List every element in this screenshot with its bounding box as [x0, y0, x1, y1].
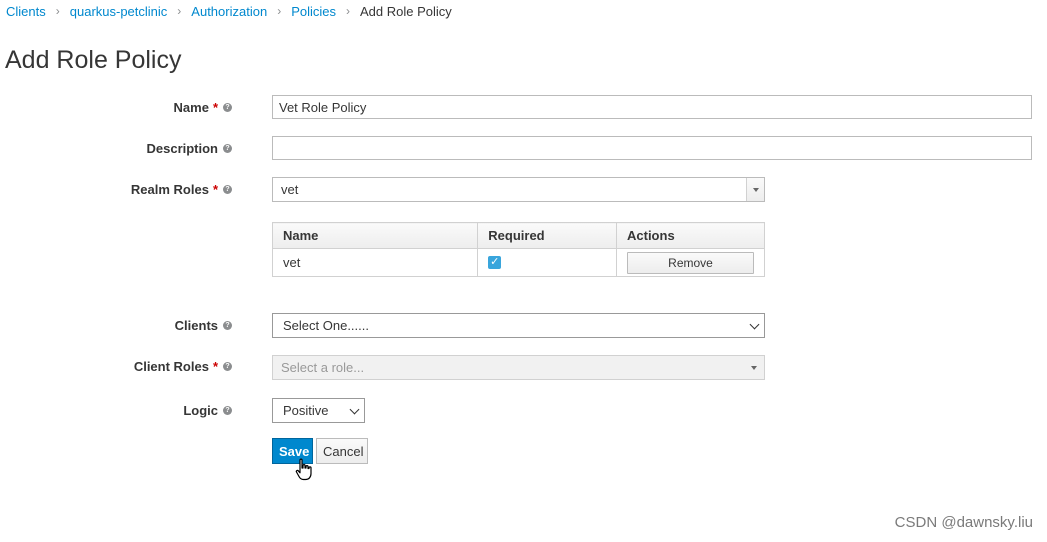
breadcrumb-client[interactable]: quarkus-petclinic	[70, 4, 168, 19]
clients-label: Clients ?	[175, 318, 232, 333]
help-circle-icon[interactable]: ?	[223, 144, 232, 153]
breadcrumb-separator: ›	[55, 4, 60, 18]
client-roles-label: Client Roles * ?	[134, 359, 232, 374]
logic-label-text: Logic	[183, 403, 218, 418]
clients-select[interactable]: Select One......	[272, 313, 765, 338]
clients-value: Select One......	[283, 318, 369, 333]
breadcrumb-policies[interactable]: Policies	[291, 4, 336, 19]
description-input[interactable]	[272, 136, 1032, 160]
help-circle-icon[interactable]: ?	[223, 103, 232, 112]
cancel-button[interactable]: Cancel	[316, 438, 368, 464]
help-circle-icon[interactable]: ?	[223, 362, 232, 371]
logic-value: Positive	[283, 403, 329, 418]
breadcrumb-separator: ›	[177, 4, 182, 18]
logic-label: Logic ?	[183, 403, 232, 418]
hand-pointer-icon	[295, 458, 312, 481]
checkmark-icon: ✓	[490, 256, 500, 268]
dropdown-arrow-icon	[751, 366, 757, 370]
realm-roles-select[interactable]: vet	[272, 177, 765, 202]
realm-roles-value: vet	[281, 182, 299, 197]
client-roles-placeholder: Select a role...	[281, 360, 365, 375]
clients-label-text: Clients	[174, 318, 218, 333]
help-circle-icon[interactable]: ?	[223, 185, 232, 194]
description-label-text: Description	[146, 141, 218, 156]
realm-roles-table: Name Required Actions vet ✓ Remove	[271, 222, 765, 277]
table-row: vet ✓ Remove	[271, 248, 765, 277]
realm-roles-label: Realm Roles * ?	[131, 182, 232, 197]
dropdown-arrow-icon[interactable]	[746, 178, 764, 201]
required-marker: *	[212, 100, 218, 115]
role-name-cell: vet	[271, 248, 479, 277]
name-label-text: Name	[173, 100, 209, 115]
breadcrumb-authorization[interactable]: Authorization	[191, 4, 267, 19]
client-roles-select[interactable]: Select a role...	[272, 355, 765, 380]
column-header-name: Name	[271, 222, 479, 249]
help-circle-icon[interactable]: ?	[223, 321, 232, 330]
logic-select[interactable]: Positive	[272, 398, 365, 423]
required-marker: *	[212, 359, 218, 374]
role-required-cell: ✓	[477, 248, 617, 277]
name-label: Name * ?	[174, 100, 232, 115]
chevron-down-icon	[349, 404, 360, 415]
required-checkbox[interactable]: ✓	[488, 256, 502, 269]
breadcrumb-current: Add Role Policy	[359, 3, 452, 19]
remove-button[interactable]: Remove	[627, 251, 754, 274]
realm-roles-label-text: Realm Roles	[130, 182, 209, 197]
column-header-actions: Actions	[616, 222, 765, 249]
breadcrumb-separator: ›	[345, 4, 350, 18]
page-title: Add Role Policy	[5, 46, 182, 74]
table-header-row: Name Required Actions	[271, 222, 765, 249]
required-marker: *	[212, 182, 218, 197]
role-actions-cell: Remove	[616, 248, 765, 277]
breadcrumb-separator: ›	[277, 4, 282, 18]
help-circle-icon[interactable]: ?	[223, 406, 232, 415]
name-input[interactable]	[272, 95, 1032, 119]
chevron-down-icon	[749, 319, 760, 330]
column-header-required: Required	[477, 222, 617, 249]
breadcrumb-clients[interactable]: Clients	[6, 4, 46, 19]
description-label: Description ?	[146, 141, 232, 156]
client-roles-label-text: Client Roles	[133, 359, 209, 374]
watermark: CSDN @dawnsky.liu	[894, 514, 1033, 531]
breadcrumb: Clients › quarkus-petclinic › Authorizat…	[6, 3, 452, 19]
